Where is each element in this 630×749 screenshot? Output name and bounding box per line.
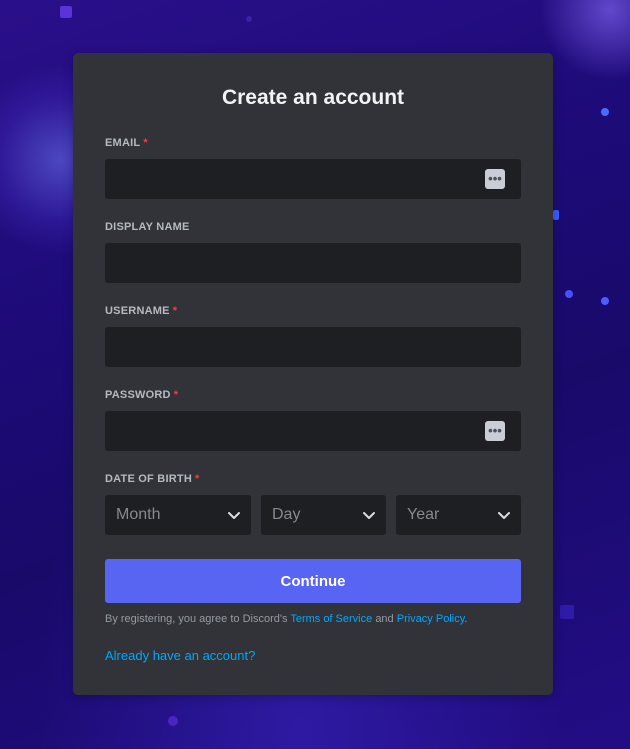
chevron-down-icon [228, 512, 240, 519]
bg-sparkle [60, 6, 72, 18]
email-label-text: EMAIL [105, 137, 141, 149]
bg-sparkle [601, 297, 609, 305]
privacy-policy-link[interactable]: Privacy Policy [397, 613, 465, 625]
password-manager-icon[interactable]: ••• [485, 169, 505, 189]
password-label-text: PASSWORD [105, 389, 171, 401]
terms-prefix: By registering, you agree to Discord's [105, 613, 288, 625]
bg-sparkle [601, 108, 609, 116]
username-field[interactable] [105, 327, 521, 367]
password-manager-icon[interactable]: ••• [485, 421, 505, 441]
password-field-container: ••• [105, 411, 521, 451]
bg-sparkle [553, 210, 559, 220]
email-field[interactable] [105, 159, 521, 199]
bg-sparkle [560, 605, 574, 619]
required-mark: * [173, 389, 179, 401]
bg-sparkle [168, 716, 178, 726]
dob-label-text: DATE OF BIRTH [105, 473, 192, 485]
display-name-label: DISPLAY NAME [105, 221, 190, 233]
year-placeholder: Year [407, 506, 440, 523]
chevron-down-icon [498, 512, 510, 519]
day-select[interactable]: Day [261, 495, 386, 535]
required-mark: * [172, 305, 178, 317]
terms-suffix: . [464, 613, 468, 625]
required-mark: * [143, 137, 148, 149]
terms-text: By registering, you agree to Discord's T… [105, 613, 521, 625]
required-mark: * [194, 473, 200, 485]
continue-button[interactable]: Continue [105, 559, 521, 603]
password-label: PASSWORD * [105, 389, 178, 401]
terms-of-service-link[interactable]: Terms of Service [290, 613, 372, 625]
display-name-label-text: DISPLAY NAME [105, 221, 190, 233]
day-placeholder: Day [272, 506, 301, 523]
email-field-container: ••• [105, 159, 521, 199]
display-name-field[interactable] [105, 243, 521, 283]
username-field-container [105, 327, 521, 367]
bg-sparkle [246, 16, 252, 22]
month-select[interactable]: Month [105, 495, 251, 535]
display-name-field-container [105, 243, 521, 283]
login-link[interactable]: Already have an account? [105, 648, 255, 663]
password-field[interactable] [105, 411, 521, 451]
register-card: Create an account EMAIL * ••• DISPLAY NAM… [73, 53, 553, 695]
bg-sparkle [565, 290, 573, 298]
username-label-text: USERNAME [105, 305, 170, 317]
username-label: USERNAME * [105, 305, 177, 317]
dob-label: DATE OF BIRTH * [105, 473, 200, 485]
email-label: EMAIL * [105, 137, 148, 149]
terms-and: and [375, 613, 394, 625]
chevron-down-icon [363, 512, 375, 519]
page-title: Create an account [221, 86, 405, 109]
month-placeholder: Month [116, 506, 161, 523]
year-select[interactable]: Year [396, 495, 521, 535]
